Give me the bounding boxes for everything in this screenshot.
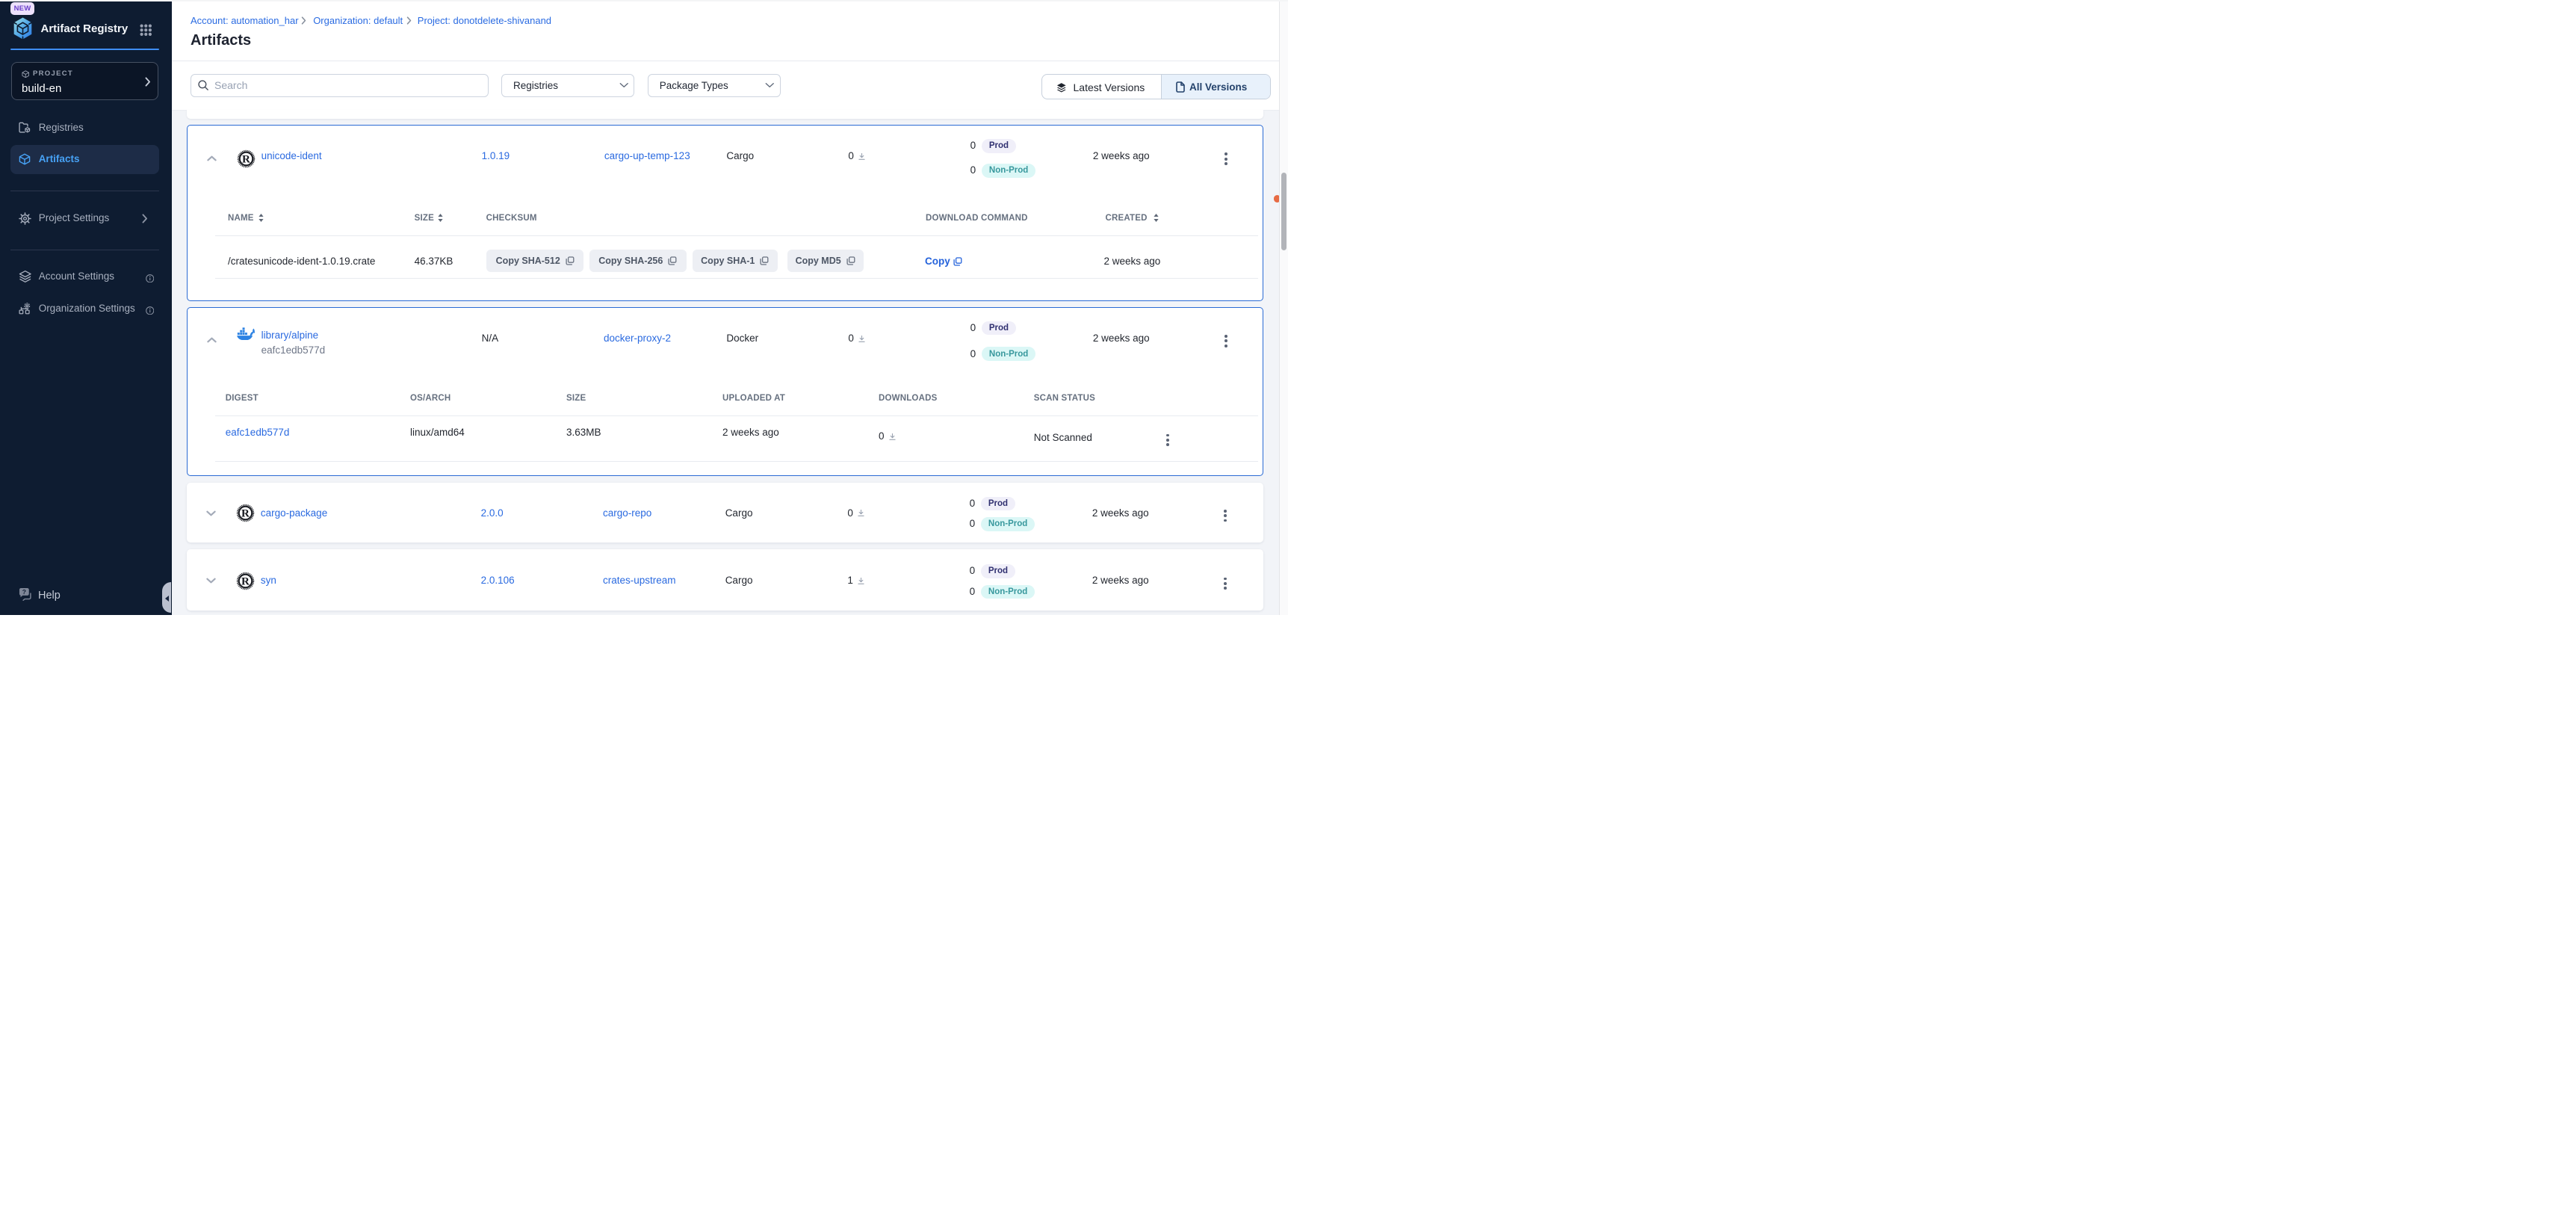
svg-text:?: ? <box>22 588 25 596</box>
